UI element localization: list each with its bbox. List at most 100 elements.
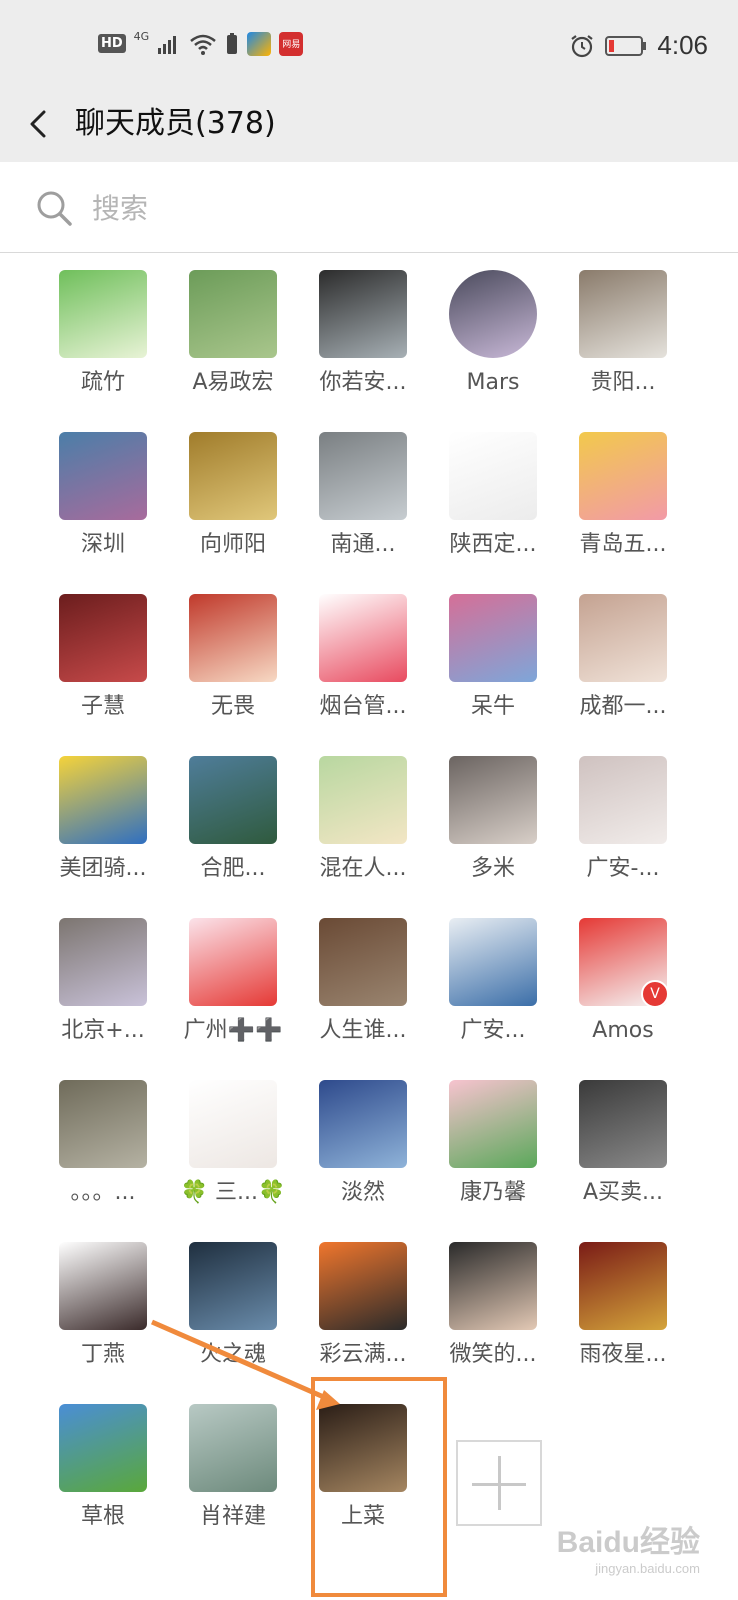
member-name: 草根 (80, 1504, 125, 1529)
watermark-url: jingyan.baidu.com (595, 1561, 700, 1576)
search-input[interactable] (90, 182, 694, 234)
member-avatar (319, 432, 407, 520)
member-item[interactable]: A易政宏 (168, 270, 298, 398)
member-item[interactable]: 你若安... (298, 270, 428, 398)
member-item[interactable]: 人生谁... (298, 918, 428, 1046)
member-item[interactable]: 。。。... (38, 1080, 168, 1208)
member-avatar (189, 756, 277, 844)
member-item[interactable]: 上菜 (298, 1404, 428, 1532)
member-avatar (449, 756, 537, 844)
member-item[interactable]: 陕西定... (428, 432, 558, 560)
member-name: Amos (592, 1018, 654, 1043)
member-item[interactable]: 烟台管... (298, 594, 428, 722)
baidu-watermark: Baidu经验 jingyan.baidu.com (557, 1517, 700, 1576)
member-item[interactable]: 草根 (38, 1404, 168, 1532)
member-avatar (59, 432, 147, 520)
member-avatar (449, 1080, 537, 1168)
member-item[interactable]: 美团骑... (38, 756, 168, 884)
member-item[interactable]: 无畏 (168, 594, 298, 722)
member-avatar (319, 918, 407, 1006)
member-name: 合肥... (200, 856, 266, 881)
member-name: 向师阳 (199, 532, 266, 557)
member-avatar (579, 432, 667, 520)
member-item[interactable]: 混在人... (298, 756, 428, 884)
alarm-icon (571, 34, 594, 57)
member-avatar (579, 1242, 667, 1330)
member-item[interactable]: 成都一... (558, 594, 688, 722)
member-item[interactable]: 多米 (428, 756, 558, 884)
member-name: 混在人... (319, 856, 407, 881)
member-item[interactable]: V Amos (558, 918, 688, 1046)
member-item[interactable]: 青岛五... (558, 432, 688, 560)
member-name: 深圳 (80, 532, 125, 557)
member-avatar (189, 432, 277, 520)
member-item[interactable]: 广安-... (558, 756, 688, 884)
back-arrow-icon (30, 110, 46, 138)
member-name: 多米 (470, 856, 515, 881)
member-avatar (319, 1080, 407, 1168)
status-bar: HD 4G 网易 4:06 (0, 0, 738, 90)
member-name: 北京+... (61, 1018, 145, 1043)
member-item[interactable]: 雨夜星... (558, 1242, 688, 1370)
member-avatar (319, 270, 407, 358)
member-item[interactable]: 广安... (428, 918, 558, 1046)
add-member-button[interactable] (456, 1440, 542, 1526)
member-item[interactable]: 疏竹 (38, 270, 168, 398)
member-name: 人生谁... (319, 1018, 407, 1043)
member-item[interactable]: 深圳 (38, 432, 168, 560)
member-item[interactable]: 微笑的... (428, 1242, 558, 1370)
member-name: 微笑的... (449, 1342, 537, 1367)
member-item[interactable]: 肖祥建 (168, 1404, 298, 1532)
page-title: 聊天成员(378) (75, 106, 276, 141)
member-avatar (59, 594, 147, 682)
member-avatar: V (579, 918, 667, 1006)
member-name: 🍀 三...🍀 (180, 1180, 286, 1205)
network-type: 4G (133, 30, 150, 43)
member-avatar (449, 594, 537, 682)
member-item[interactable]: 康乃馨 (428, 1080, 558, 1208)
member-avatar (189, 594, 277, 682)
member-item[interactable]: 合肥... (168, 756, 298, 884)
watermark-text: Baidu经验 (556, 1526, 700, 1559)
member-name: A易政宏 (192, 370, 274, 395)
member-name: 子慧 (80, 694, 125, 719)
member-name: 南通... (330, 532, 396, 557)
member-name: 陕西定... (449, 532, 537, 557)
member-name: 火之魂 (199, 1342, 266, 1367)
member-item[interactable]: 丁燕 (38, 1242, 168, 1370)
member-item[interactable]: 淡然 (298, 1080, 428, 1208)
member-item[interactable]: 火之魂 (168, 1242, 298, 1370)
member-avatar (449, 432, 537, 520)
member-item[interactable]: 彩云满... (298, 1242, 428, 1370)
member-item[interactable]: 广州➕➕ (168, 918, 298, 1046)
member-item[interactable]: 向师阳 (168, 432, 298, 560)
member-item[interactable]: 🍀 三...🍀 (168, 1080, 298, 1208)
member-avatar (579, 270, 667, 358)
member-name: Mars (466, 370, 520, 395)
member-avatar (319, 756, 407, 844)
app-notification-icon (247, 31, 272, 56)
search-bar (0, 162, 738, 253)
member-avatar (449, 1242, 537, 1330)
signal-icon (158, 35, 177, 54)
member-avatar (579, 756, 667, 844)
member-avatar (579, 1080, 667, 1168)
member-name: 呆牛 (470, 694, 515, 719)
member-name: 无畏 (210, 694, 255, 719)
member-avatar (449, 918, 537, 1006)
back-button[interactable] (20, 102, 64, 146)
nav-bar: 聊天成员(378) (0, 90, 738, 162)
member-avatar (189, 1080, 277, 1168)
member-item[interactable]: A买卖... (558, 1080, 688, 1208)
member-avatar (189, 918, 277, 1006)
sim-battery-icon (227, 32, 238, 54)
member-name: 康乃馨 (459, 1180, 526, 1205)
status-right: 4:06 (569, 30, 708, 61)
member-item[interactable]: 北京+... (38, 918, 168, 1046)
member-item[interactable]: Mars (428, 270, 558, 398)
member-item[interactable]: 南通... (298, 432, 428, 560)
member-item[interactable]: 呆牛 (428, 594, 558, 722)
member-item[interactable]: 子慧 (38, 594, 168, 722)
member-item[interactable]: 贵阳... (558, 270, 688, 398)
member-avatar (59, 270, 147, 358)
